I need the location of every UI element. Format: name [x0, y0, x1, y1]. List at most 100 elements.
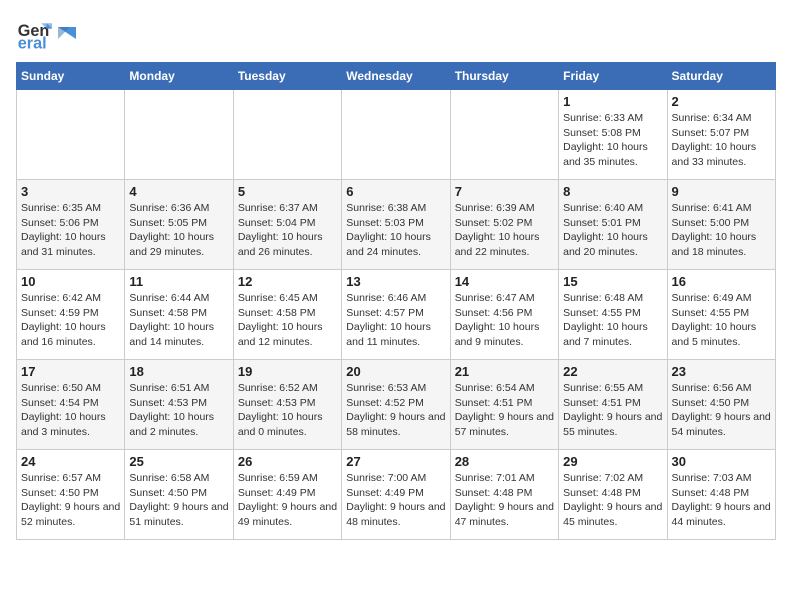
day-number: 1 [563, 94, 662, 109]
logo-icon: Gen eral [16, 16, 52, 52]
calendar-cell: 16Sunrise: 6:49 AMSunset: 4:55 PMDayligh… [667, 270, 775, 360]
day-info: Sunrise: 6:54 AMSunset: 4:51 PMDaylight:… [455, 381, 554, 440]
day-info: Sunrise: 6:33 AMSunset: 5:08 PMDaylight:… [563, 111, 662, 170]
weekday-header: Tuesday [233, 63, 341, 90]
day-info: Sunrise: 6:37 AMSunset: 5:04 PMDaylight:… [238, 201, 337, 260]
calendar-cell: 24 Sunrise: 6:57 AMSunset: 4:50 PMDayligh… [17, 450, 125, 540]
day-info: Sunrise: 6:59 AMSunset: 4:49 PMDaylight:… [238, 471, 337, 530]
day-number: 21 [455, 364, 554, 379]
calendar-cell: 3 Sunrise: 6:35 AMSunset: 5:06 PMDaylight… [17, 180, 125, 270]
calendar-cell [450, 90, 558, 180]
logo: Gen eral [16, 16, 76, 52]
day-info: Sunrise: 6:52 AMSunset: 4:53 PMDaylight:… [238, 381, 337, 440]
calendar-cell: 17 Sunrise: 6:50 AMSunset: 4:54 PMDayligh… [17, 360, 125, 450]
day-number: 26 [238, 454, 337, 469]
day-info: Sunrise: 6:44 AMSunset: 4:58 PMDaylight:… [129, 291, 228, 350]
day-number: 2 [672, 94, 771, 109]
day-info: Sunrise: 6:42 AMSunset: 4:59 PMDaylight:… [21, 291, 120, 350]
calendar-cell: 29 Sunrise: 7:02 AMSunset: 4:48 PMDayligh… [559, 450, 667, 540]
day-number: 19 [238, 364, 337, 379]
day-number: 10 [21, 274, 120, 289]
weekday-header: Thursday [450, 63, 558, 90]
calendar-cell: 30Sunrise: 7:03 AMSunset: 4:48 PMDayligh… [667, 450, 775, 540]
calendar-cell: 27 Sunrise: 7:00 AMSunset: 4:49 PMDayligh… [342, 450, 450, 540]
calendar-cell [233, 90, 341, 180]
day-info: Sunrise: 6:35 AMSunset: 5:06 PMDaylight:… [21, 201, 120, 260]
calendar-header-row: SundayMondayTuesdayWednesdayThursdayFrid… [17, 63, 776, 90]
day-info: Sunrise: 6:39 AMSunset: 5:02 PMDaylight:… [455, 201, 554, 260]
calendar-cell: 25 Sunrise: 6:58 AMSunset: 4:50 PMDayligh… [125, 450, 233, 540]
day-number: 8 [563, 184, 662, 199]
day-number: 27 [346, 454, 445, 469]
calendar-cell: 23Sunrise: 6:56 AMSunset: 4:50 PMDayligh… [667, 360, 775, 450]
calendar-cell: 6Sunrise: 6:38 AMSunset: 5:03 PMDaylight… [342, 180, 450, 270]
day-number: 18 [129, 364, 228, 379]
day-number: 29 [563, 454, 662, 469]
svg-text:eral: eral [18, 34, 47, 52]
weekday-header: Sunday [17, 63, 125, 90]
calendar-cell: 28Sunrise: 7:01 AMSunset: 4:48 PMDayligh… [450, 450, 558, 540]
day-number: 23 [672, 364, 771, 379]
weekday-header: Wednesday [342, 63, 450, 90]
day-number: 30 [672, 454, 771, 469]
day-number: 25 [129, 454, 228, 469]
calendar-week-row: 1 Sunrise: 6:33 AMSunset: 5:08 PMDaylight… [17, 90, 776, 180]
calendar-week-row: 24 Sunrise: 6:57 AMSunset: 4:50 PMDayligh… [17, 450, 776, 540]
calendar-cell: 21 Sunrise: 6:54 AMSunset: 4:51 PMDayligh… [450, 360, 558, 450]
day-info: Sunrise: 6:55 AMSunset: 4:51 PMDaylight:… [563, 381, 662, 440]
page-header: Gen eral [16, 16, 776, 52]
day-number: 6 [346, 184, 445, 199]
day-number: 16 [672, 274, 771, 289]
day-number: 3 [21, 184, 120, 199]
day-info: Sunrise: 6:50 AMSunset: 4:54 PMDaylight:… [21, 381, 120, 440]
day-info: Sunrise: 6:45 AMSunset: 4:58 PMDaylight:… [238, 291, 337, 350]
day-info: Sunrise: 6:48 AMSunset: 4:55 PMDaylight:… [563, 291, 662, 350]
day-number: 22 [563, 364, 662, 379]
calendar-cell: 12 Sunrise: 6:45 AMSunset: 4:58 PMDayligh… [233, 270, 341, 360]
day-number: 4 [129, 184, 228, 199]
logo-triangle-icon [58, 27, 76, 45]
day-number: 13 [346, 274, 445, 289]
day-number: 12 [238, 274, 337, 289]
day-info: Sunrise: 6:58 AMSunset: 4:50 PMDaylight:… [129, 471, 228, 530]
calendar-table: SundayMondayTuesdayWednesdayThursdayFrid… [16, 62, 776, 540]
day-number: 24 [21, 454, 120, 469]
calendar-cell: 22 Sunrise: 6:55 AMSunset: 4:51 PMDayligh… [559, 360, 667, 450]
calendar-cell [17, 90, 125, 180]
day-info: Sunrise: 7:00 AMSunset: 4:49 PMDaylight:… [346, 471, 445, 530]
day-info: Sunrise: 7:01 AMSunset: 4:48 PMDaylight:… [455, 471, 554, 530]
day-info: Sunrise: 7:02 AMSunset: 4:48 PMDaylight:… [563, 471, 662, 530]
calendar-cell: 26 Sunrise: 6:59 AMSunset: 4:49 PMDayligh… [233, 450, 341, 540]
day-info: Sunrise: 6:51 AMSunset: 4:53 PMDaylight:… [129, 381, 228, 440]
weekday-header: Monday [125, 63, 233, 90]
calendar-cell [125, 90, 233, 180]
calendar-cell: 7 Sunrise: 6:39 AMSunset: 5:02 PMDaylight… [450, 180, 558, 270]
calendar-week-row: 10 Sunrise: 6:42 AMSunset: 4:59 PMDayligh… [17, 270, 776, 360]
calendar-cell: 14Sunrise: 6:47 AMSunset: 4:56 PMDayligh… [450, 270, 558, 360]
day-number: 9 [672, 184, 771, 199]
day-number: 17 [21, 364, 120, 379]
weekday-header: Friday [559, 63, 667, 90]
day-number: 15 [563, 274, 662, 289]
calendar-week-row: 17 Sunrise: 6:50 AMSunset: 4:54 PMDayligh… [17, 360, 776, 450]
calendar-cell: 11 Sunrise: 6:44 AMSunset: 4:58 PMDayligh… [125, 270, 233, 360]
day-info: Sunrise: 6:34 AMSunset: 5:07 PMDaylight:… [672, 111, 771, 170]
day-info: Sunrise: 6:40 AMSunset: 5:01 PMDaylight:… [563, 201, 662, 260]
calendar-cell: 1 Sunrise: 6:33 AMSunset: 5:08 PMDaylight… [559, 90, 667, 180]
calendar-cell: 9 Sunrise: 6:41 AMSunset: 5:00 PMDaylight… [667, 180, 775, 270]
calendar-cell: 15 Sunrise: 6:48 AMSunset: 4:55 PMDayligh… [559, 270, 667, 360]
day-number: 20 [346, 364, 445, 379]
calendar-cell: 2 Sunrise: 6:34 AMSunset: 5:07 PMDaylight… [667, 90, 775, 180]
day-info: Sunrise: 6:41 AMSunset: 5:00 PMDaylight:… [672, 201, 771, 260]
calendar-cell: 20Sunrise: 6:53 AMSunset: 4:52 PMDayligh… [342, 360, 450, 450]
weekday-header: Saturday [667, 63, 775, 90]
calendar-cell: 8 Sunrise: 6:40 AMSunset: 5:01 PMDaylight… [559, 180, 667, 270]
day-number: 5 [238, 184, 337, 199]
calendar-cell: 18 Sunrise: 6:51 AMSunset: 4:53 PMDayligh… [125, 360, 233, 450]
day-info: Sunrise: 6:47 AMSunset: 4:56 PMDaylight:… [455, 291, 554, 350]
day-number: 11 [129, 274, 228, 289]
calendar-cell: 13Sunrise: 6:46 AMSunset: 4:57 PMDayligh… [342, 270, 450, 360]
day-info: Sunrise: 6:57 AMSunset: 4:50 PMDaylight:… [21, 471, 120, 530]
calendar-cell [342, 90, 450, 180]
day-number: 7 [455, 184, 554, 199]
